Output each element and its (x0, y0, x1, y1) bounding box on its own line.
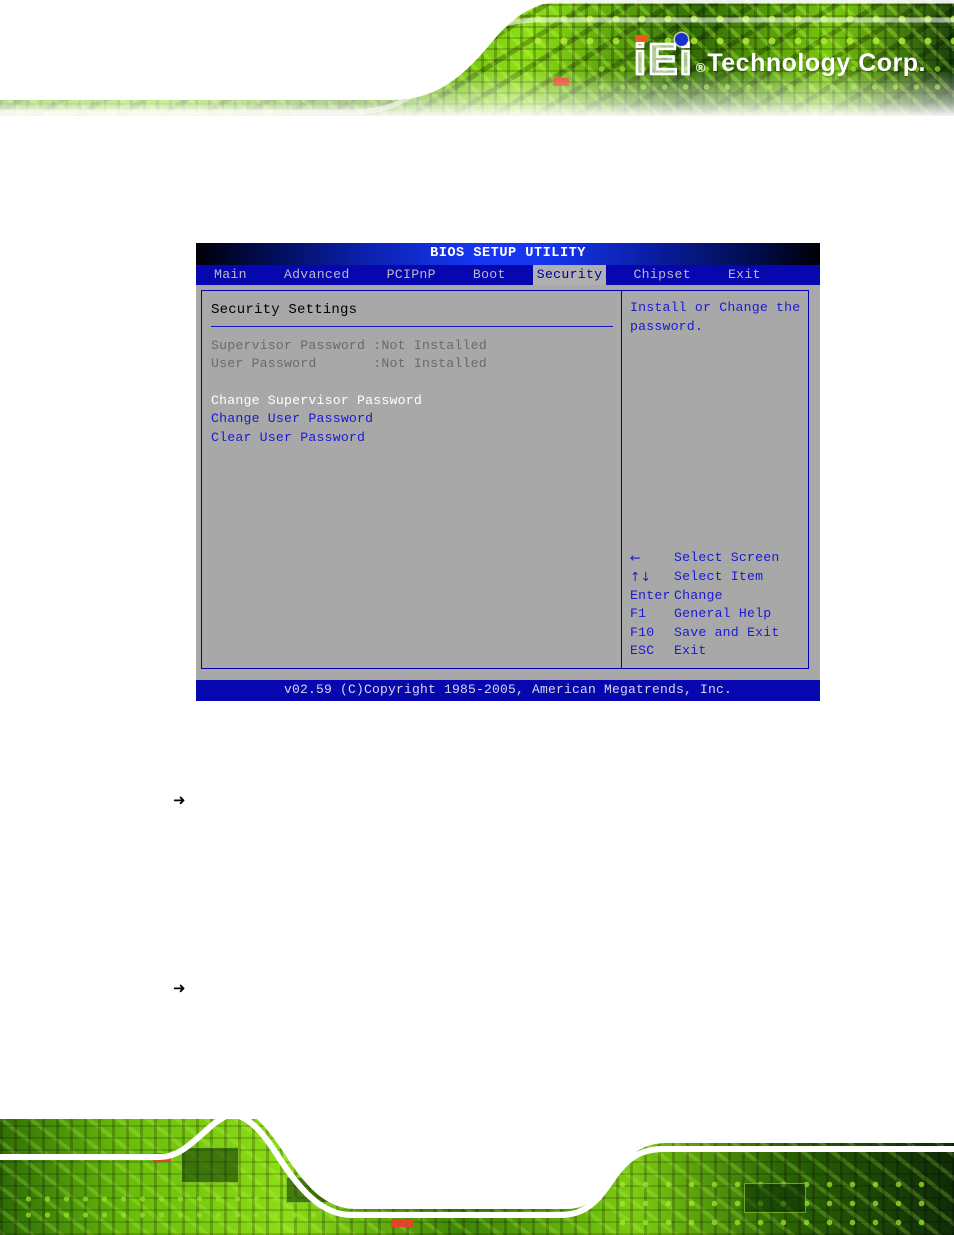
tab-pcipnp[interactable]: PCIPnP (383, 265, 440, 286)
logo-letter-i2: i (678, 35, 693, 84)
bios-menu-bar: Main Advanced PCIPnP Boot Security Chips… (196, 264, 820, 286)
nav-action-select-item: Select Item (674, 569, 764, 585)
tab-boot[interactable]: Boot (469, 265, 510, 286)
nav-row-select-screen: ← Select Screen (630, 549, 808, 568)
left-arrow-icon: ← (630, 550, 641, 566)
tab-main[interactable]: Main (210, 265, 251, 286)
nav-action-exit: Exit (674, 643, 707, 659)
bios-settings-panel: Security Settings Supervisor Password :N… (201, 290, 621, 669)
status-user-password: User Password :Not Installed (211, 356, 487, 372)
nav-row-enter-change: Enter Change (630, 587, 808, 606)
enter-key-label: Enter (630, 587, 671, 603)
nav-row-exit: ESC Exit (630, 642, 808, 661)
nav-action-change: Change (674, 587, 723, 603)
nav-action-save-and-exit: Save and Exit (674, 624, 780, 640)
logo-blue-dot-icon (674, 33, 688, 46)
page-header-banner: i E i ® Technology Corp. (0, 0, 954, 116)
registered-trademark-icon: ® (695, 60, 706, 75)
footer-wave-graphic (0, 1119, 954, 1218)
page-footer-banner (0, 1119, 954, 1235)
logo-letter-i1: i (633, 35, 648, 84)
bios-setup-window: BIOS SETUP UTILITY Main Advanced PCIPnP … (196, 243, 820, 701)
arrow-bullet-icon: ➜ (173, 979, 186, 997)
logo-company-name: Technology Corp. (707, 49, 926, 77)
iei-logo: i E i ® Technology Corp. (633, 28, 926, 84)
bios-help-panel: Install or Change the password. ← Select… (621, 290, 809, 669)
iei-logo-mark: i E i (633, 33, 693, 84)
bios-title-bar: BIOS SETUP UTILITY (196, 243, 820, 265)
tab-security[interactable]: Security (532, 264, 607, 286)
esc-key-label: ESC (630, 643, 655, 659)
nav-row-general-help: F1 General Help (630, 605, 808, 624)
menu-item-change-user-password[interactable]: Change User Password (202, 410, 621, 429)
f1-key-label: F1 (630, 606, 647, 622)
bios-content-area: Security Settings Supervisor Password :N… (196, 285, 820, 675)
tab-exit[interactable]: Exit (724, 265, 765, 286)
nav-row-save-and-exit: F10 Save and Exit (630, 624, 808, 643)
tab-advanced[interactable]: Advanced (280, 265, 354, 286)
nav-action-select-screen: Select Screen (674, 550, 780, 566)
menu-item-clear-user-password[interactable]: Clear User Password (202, 429, 621, 448)
bios-copyright-bar: v02.59 (C)Copyright 1985-2005, American … (196, 680, 820, 701)
bios-copyright-text: v02.59 (C)Copyright 1985-2005, American … (283, 682, 733, 698)
up-down-arrow-icon: ↑↓ (630, 569, 652, 585)
bios-title-text: BIOS SETUP UTILITY (430, 245, 586, 261)
status-supervisor-password: Supervisor Password :Not Installed (211, 337, 487, 353)
f10-key-label: F10 (630, 624, 655, 640)
section-divider (211, 325, 613, 327)
arrow-bullet-icon: ➜ (173, 791, 186, 809)
logo-letter-e: E (647, 35, 679, 84)
bios-navigation-legend: ← Select Screen ↑↓ Select Item Enter Cha… (622, 549, 808, 668)
help-text-line-2: password. (630, 318, 704, 334)
menu-item-change-supervisor-password[interactable]: Change Supervisor Password (202, 392, 621, 411)
help-text-line-1: Install or Change the (630, 300, 801, 315)
nav-row-select-item: ↑↓ Select Item (630, 568, 808, 587)
logo-orange-bar-icon (634, 35, 648, 42)
nav-action-general-help: General Help (674, 606, 772, 622)
section-title: Security Settings (211, 302, 358, 318)
tab-chipset[interactable]: Chipset (629, 265, 695, 286)
